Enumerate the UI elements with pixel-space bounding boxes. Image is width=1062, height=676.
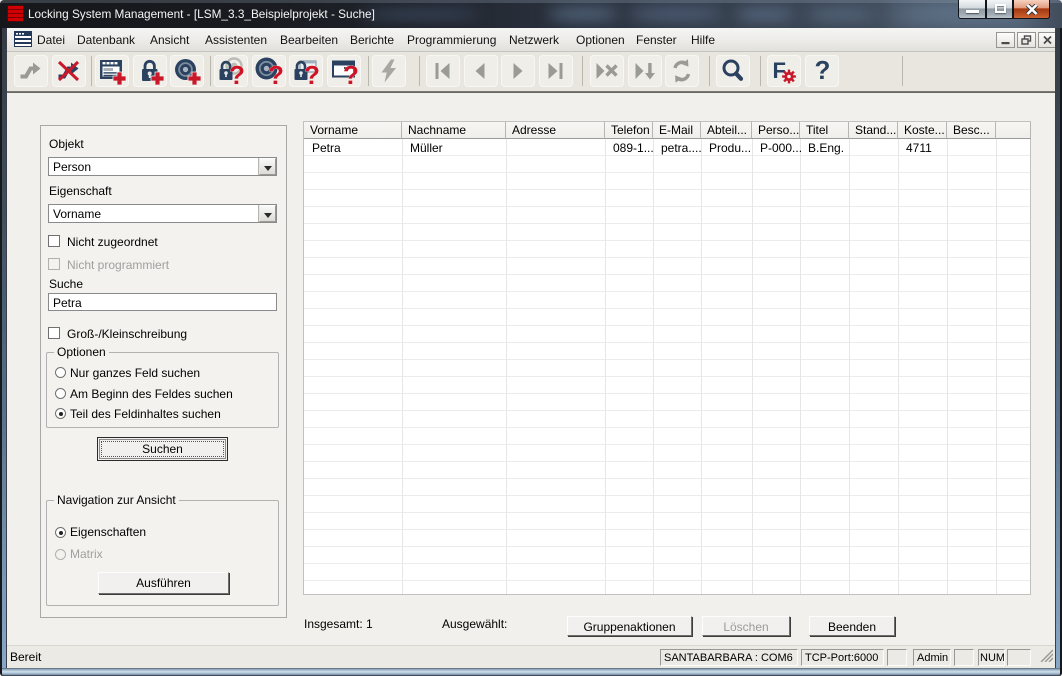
svg-text:?: ? [343,60,358,85]
svg-text:?: ? [229,60,245,85]
svg-text:?: ? [304,60,320,85]
svg-text:?: ? [268,60,283,85]
svg-text:?: ? [815,57,831,85]
svg-text:F: F [773,58,786,83]
